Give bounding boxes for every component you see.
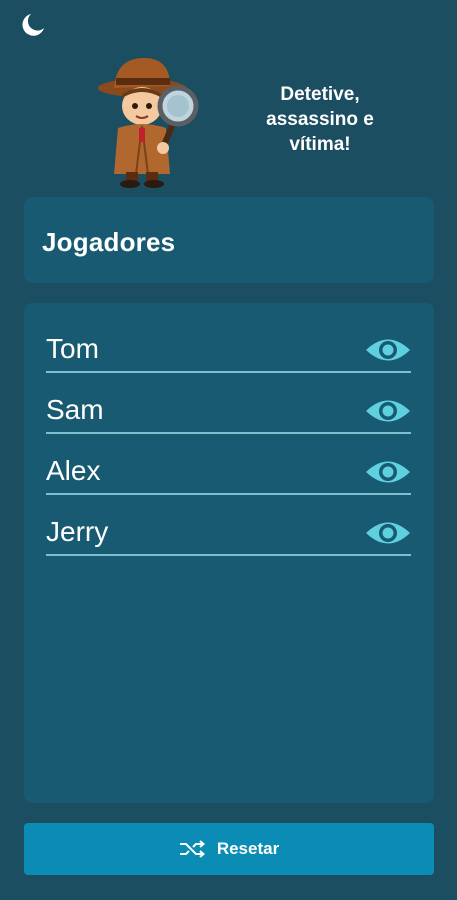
- eye-icon[interactable]: [365, 518, 411, 548]
- eye-icon[interactable]: [365, 335, 411, 365]
- moon-icon: [22, 14, 44, 36]
- players-title-card: Jogadores: [24, 197, 434, 283]
- player-row: Sam: [46, 386, 411, 434]
- detective-mascot-image: [98, 58, 199, 188]
- shuffle-icon: [179, 840, 205, 858]
- player-name: Jerry: [46, 516, 109, 547]
- players-list: Tom Sam Alex Jerry: [24, 303, 434, 803]
- app-title: Detetive, assassino e vítima!: [266, 84, 374, 155]
- players-heading: Jogadores: [42, 227, 176, 257]
- player-row: Jerry: [46, 508, 411, 556]
- player-name: Alex: [46, 455, 101, 486]
- eye-icon[interactable]: [365, 396, 411, 426]
- reset-button[interactable]: Resetar: [24, 823, 434, 875]
- player-name: Tom: [46, 333, 99, 364]
- player-row: Alex: [46, 447, 411, 495]
- player-row: Tom: [46, 325, 411, 373]
- reset-button-label: Resetar: [216, 839, 280, 858]
- theme-toggle-button[interactable]: [18, 10, 48, 40]
- header: Detetive, assassino e vítima!: [0, 50, 457, 190]
- eye-icon[interactable]: [365, 457, 411, 487]
- player-name: Sam: [46, 394, 104, 425]
